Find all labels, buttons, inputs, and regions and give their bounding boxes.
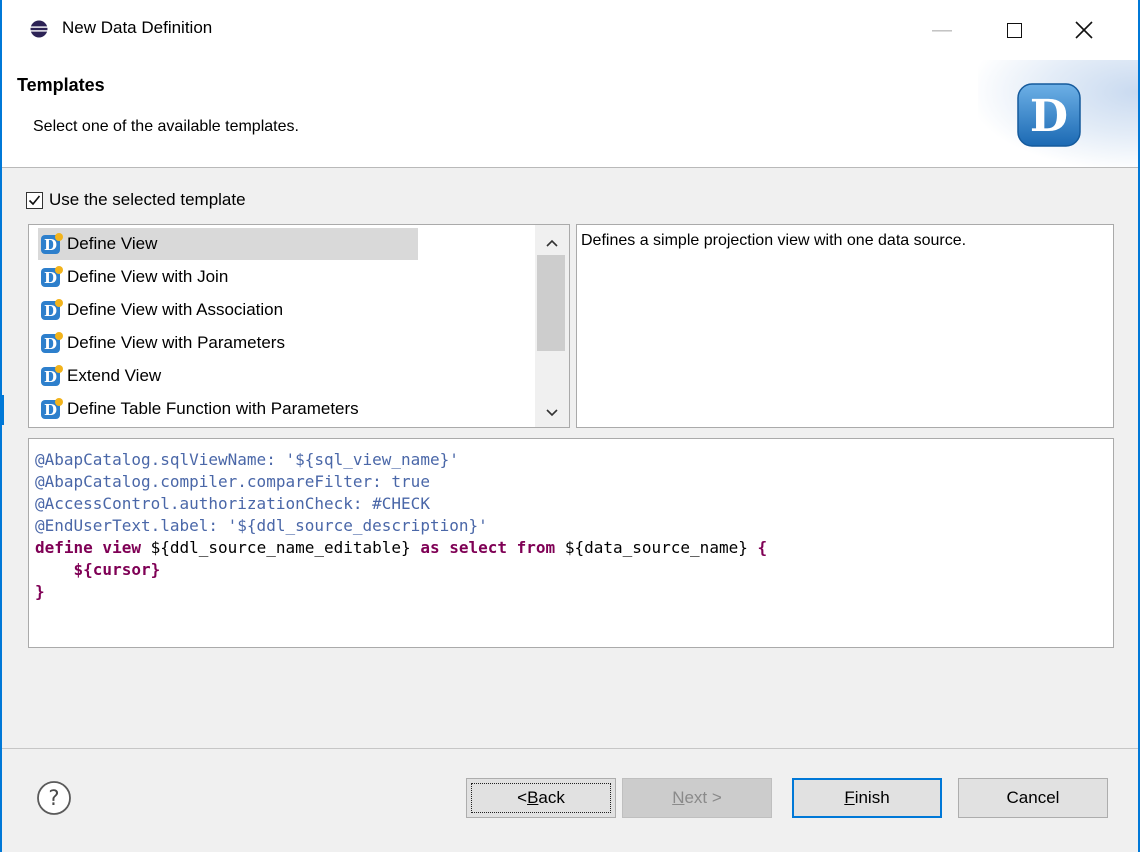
close-button[interactable] xyxy=(1052,0,1116,60)
code-line: @EndUserText.label: '${ddl_source_descri… xyxy=(35,516,488,535)
use-template-checkbox[interactable] xyxy=(26,191,43,209)
template-item-extend-view[interactable]: D Extend View xyxy=(38,360,169,392)
new-data-definition-dialog: New Data Definition — Templates Select o… xyxy=(0,0,1140,852)
svg-text:D: D xyxy=(44,335,57,353)
code-line-cursor: ${cursor} xyxy=(35,560,161,579)
ddl-template-icon: D xyxy=(41,365,63,386)
window-title: New Data Definition xyxy=(62,18,213,37)
eclipse-icon xyxy=(30,20,48,38)
wizard-banner: Templates Select one of the available te… xyxy=(2,60,1138,168)
chevron-down-icon xyxy=(546,409,558,417)
maximize-button[interactable] xyxy=(982,0,1046,60)
scroll-down-button[interactable] xyxy=(535,401,569,425)
checkmark-icon xyxy=(28,194,41,205)
ddl-template-icon: D xyxy=(41,266,63,287)
template-description: Defines a simple projection view with on… xyxy=(581,232,967,249)
template-item-define-view-with-parameters[interactable]: D Define View with Parameters xyxy=(38,327,293,359)
template-label: Define View xyxy=(67,234,158,253)
svg-text:D: D xyxy=(44,401,57,419)
template-list-scrollbar[interactable] xyxy=(535,225,569,427)
template-label: Extend View xyxy=(67,366,162,385)
code-line: @AccessControl.authorizationCheck: #CHEC… xyxy=(35,494,430,513)
use-template-label: Use the selected template xyxy=(49,190,246,209)
page-title: Templates xyxy=(17,75,105,95)
template-list[interactable]: D Define View D Define View with Join D … xyxy=(28,224,570,428)
footer-divider xyxy=(2,748,1138,749)
ddl-template-icon: D xyxy=(41,332,63,353)
ddl-template-icon: D xyxy=(41,233,63,254)
svg-text:D: D xyxy=(44,236,57,254)
chevron-up-icon xyxy=(546,239,558,247)
ddl-template-icon: D xyxy=(41,398,63,419)
svg-text:?: ? xyxy=(48,786,59,810)
close-icon xyxy=(1075,21,1093,39)
code-line-close: } xyxy=(35,582,45,601)
back-button[interactable]: < Back xyxy=(466,778,616,818)
scroll-up-button[interactable] xyxy=(535,231,569,255)
template-description-box: Defines a simple projection view with on… xyxy=(576,224,1114,428)
template-preview[interactable]: @AbapCatalog.sqlViewName: '${sql_view_na… xyxy=(28,438,1114,648)
svg-text:D: D xyxy=(44,368,57,386)
template-item-define-view-with-join[interactable]: D Define View with Join xyxy=(38,261,236,293)
use-template-checkbox-row[interactable]: Use the selected template xyxy=(26,190,246,210)
template-item-define-table-function-with-parameters[interactable]: D Define Table Function with Parameters xyxy=(38,393,367,425)
svg-text:D: D xyxy=(44,302,57,320)
page-description: Select one of the available templates. xyxy=(33,118,299,135)
next-button[interactable]: Next > xyxy=(622,778,772,818)
cancel-button[interactable]: Cancel xyxy=(958,778,1108,818)
finish-button[interactable]: Finish xyxy=(792,778,942,818)
template-item-define-view[interactable]: D Define View xyxy=(38,228,418,260)
svg-text:D: D xyxy=(1030,91,1068,142)
code-line: @AbapCatalog.compiler.compareFilter: tru… xyxy=(35,472,430,491)
template-label: Define View with Association xyxy=(67,300,284,319)
template-label: Define View with Parameters xyxy=(67,333,285,352)
template-label: Define View with Join xyxy=(67,267,229,286)
scrollbar-thumb[interactable] xyxy=(537,255,565,351)
ddl-template-icon: D xyxy=(41,299,63,320)
minimize-button[interactable]: — xyxy=(910,0,974,60)
title-bar: New Data Definition — xyxy=(2,0,1138,60)
code-line: @AbapCatalog.sqlViewName: '${sql_view_na… xyxy=(35,450,459,469)
ddl-logo-icon: D xyxy=(1017,83,1081,147)
template-item-define-view-with-association[interactable]: D Define View with Association xyxy=(38,294,291,326)
svg-text:D: D xyxy=(44,269,57,287)
maximize-icon xyxy=(1006,22,1022,38)
code-line-define: define view ${ddl_source_name_editable} … xyxy=(35,538,768,557)
help-icon[interactable]: ? xyxy=(36,780,72,816)
template-label: Define Table Function with Parameters xyxy=(67,399,359,418)
